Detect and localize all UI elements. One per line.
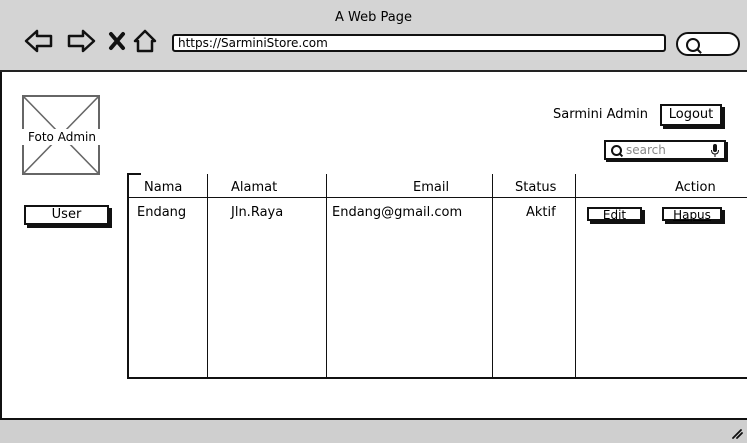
cell-status: Aktif [526, 205, 556, 220]
user-button[interactable]: User [24, 205, 109, 225]
search-icon [686, 38, 700, 52]
cell-alamat: Jln.Raya [231, 205, 284, 220]
search-input[interactable]: search [604, 140, 726, 160]
search-icon [611, 145, 622, 156]
browser-titlebar: A Web Page https://SarminiStore.com [0, 0, 747, 72]
logout-button[interactable]: Logout [660, 104, 722, 126]
url-text: https://SarminiStore.com [178, 36, 328, 50]
admin-photo-label: Foto Admin [18, 129, 106, 145]
edit-button[interactable]: Edit [587, 207, 642, 221]
url-bar[interactable]: https://SarminiStore.com [172, 34, 666, 52]
admin-photo: Foto Admin [18, 95, 106, 175]
hapus-button[interactable]: Hapus [662, 207, 722, 221]
arrow-left-icon[interactable] [24, 28, 54, 54]
cell-nama: Endang [137, 205, 187, 220]
arrow-right-icon[interactable] [66, 28, 96, 54]
column-header-alamat: Alamat [231, 180, 278, 195]
column-header-email: Email [413, 180, 450, 195]
column-header-nama: Nama [144, 180, 183, 195]
cell-email: Endang@gmail.com [332, 205, 463, 220]
browser-search-button[interactable] [676, 32, 740, 56]
home-icon[interactable] [132, 28, 158, 54]
user-table: Nama Alamat Email Status Action Endang J… [127, 171, 747, 379]
browser-status-bar [0, 418, 747, 443]
resize-grip-icon[interactable] [731, 426, 743, 440]
microphone-icon[interactable] [711, 144, 719, 157]
page-title: A Web Page [335, 10, 412, 25]
close-icon[interactable] [108, 31, 126, 51]
browser-window: A Web Page https://SarminiStore.com Foto… [0, 0, 747, 443]
admin-name: Sarmini Admin [553, 107, 649, 122]
column-header-action: Action [675, 180, 716, 195]
column-header-status: Status [515, 180, 557, 195]
search-placeholder: search [626, 143, 666, 157]
